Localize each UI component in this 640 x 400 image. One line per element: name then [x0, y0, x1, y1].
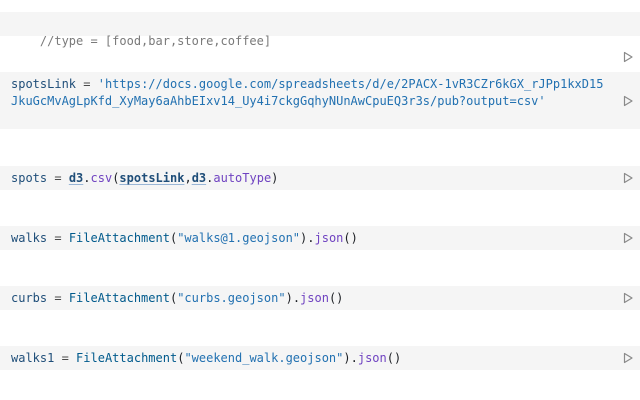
assign-operator: = [47, 291, 69, 305]
variable-name: walks [11, 231, 48, 245]
close-paren: ) [343, 351, 351, 365]
assign-operator: = [47, 231, 69, 245]
variable-name: curbs [11, 291, 48, 305]
play-outline-icon [623, 292, 633, 304]
run-cell-button[interactable] [622, 172, 634, 184]
call-parens: () [386, 351, 402, 365]
notebook: //type = [food,bar,store,coffee] spotsLi… [0, 0, 640, 400]
run-cell-button[interactable] [622, 18, 634, 63]
d3-reference[interactable]: d3 [69, 171, 83, 185]
run-cell-button[interactable] [622, 95, 634, 107]
assign-operator: = [47, 171, 69, 185]
string-literal: "curbs.geojson" [177, 291, 286, 305]
code-cell-curbs[interactable]: curbs = FileAttachment("curbs.geojson").… [0, 286, 640, 310]
play-outline-icon [623, 352, 633, 364]
function-name: FileAttachment [68, 231, 170, 245]
play-outline-icon [623, 95, 633, 106]
play-outline-icon [623, 51, 633, 63]
function-name: FileAttachment [68, 291, 170, 305]
variable-name: spots [11, 171, 48, 185]
code-cell-walks1[interactable]: walks1 = FileAttachment("weekend_walk.ge… [0, 346, 640, 370]
play-outline-icon [623, 172, 633, 184]
dot-operator: . [292, 291, 301, 305]
d3-reference[interactable]: d3 [192, 171, 206, 185]
function-name: FileAttachment [76, 351, 178, 365]
code-cell-type-comment[interactable]: //type = [food,bar,store,coffee] [0, 12, 640, 63]
string-literal: 'https://docs.google.com/spreadsheets/d/… [11, 77, 604, 108]
assign-operator: = [54, 351, 77, 365]
code-cell-spots[interactable]: spots = d3.csv(spotsLink,d3.autoType) [0, 166, 640, 190]
run-cell-button[interactable] [622, 352, 634, 364]
spots-link-reference[interactable]: spotsLink [119, 171, 184, 185]
code-comment: //type = [food,bar,store,coffee] [39, 33, 272, 48]
method-name: csv [90, 171, 113, 185]
string-literal: "walks@1.geojson" [177, 231, 301, 245]
close-paren: ) [271, 171, 279, 185]
method-name: json [314, 231, 344, 245]
assign-operator: = [76, 77, 98, 91]
play-outline-icon [623, 232, 633, 244]
string-literal: "weekend_walk.geojson" [184, 351, 344, 365]
run-cell-button[interactable] [622, 292, 634, 304]
dot-operator: . [307, 231, 315, 245]
dot-operator: . [350, 351, 358, 365]
code-cell-walks[interactable]: walks = FileAttachment("walks@1.geojson"… [0, 226, 640, 250]
comma: , [184, 171, 192, 185]
run-cell-button[interactable] [622, 232, 634, 244]
dot-operator: . [83, 171, 91, 185]
call-parens: () [343, 231, 358, 245]
method-name: json [357, 351, 387, 365]
property-name: autoType [213, 171, 272, 185]
variable-name: walks1 [11, 351, 55, 365]
call-parens: () [328, 291, 344, 305]
variable-name: spotsLink [11, 77, 77, 91]
method-name: json [300, 291, 329, 305]
close-paren: ) [285, 291, 293, 305]
code-cell-spots-link[interactable]: spotsLink = 'https://docs.google.com/spr… [0, 72, 640, 129]
